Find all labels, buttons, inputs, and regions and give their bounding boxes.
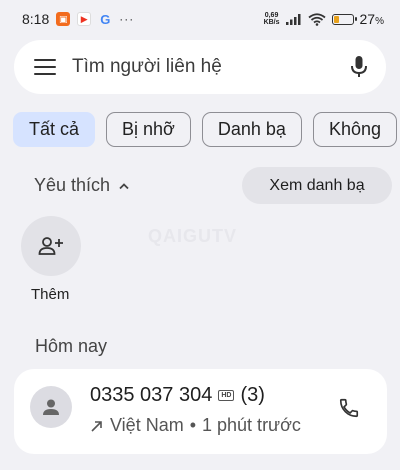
network-speed-unit: KB/s	[263, 19, 280, 26]
wifi-icon	[307, 12, 326, 26]
battery-percent-value: 27	[359, 11, 376, 27]
call-entry-title: 0335 037 304 HD (3)	[90, 384, 265, 407]
chip-contacts[interactable]: Danh bạ	[201, 112, 302, 147]
chip-missed[interactable]: Bị nhỡ	[106, 112, 191, 147]
menu-icon[interactable]	[34, 59, 56, 75]
network-speed: 0,69 KB/s	[264, 12, 280, 26]
meta-separator: •	[189, 415, 197, 435]
phone-number: 0335 037 304	[90, 384, 213, 406]
view-contacts-button[interactable]: Xem danh bạ	[242, 167, 392, 204]
filter-chips: Tất cả Bị nhỡ Danh bạ Không	[13, 112, 397, 147]
status-time: 8:18	[22, 11, 50, 27]
call-location: Việt Nam	[110, 415, 184, 435]
favorites-header[interactable]: Yêu thích	[34, 175, 130, 196]
battery-percent: 27%	[359, 11, 384, 27]
phone-icon	[339, 398, 359, 418]
call-time: 1 phút trước	[202, 415, 301, 435]
person-icon	[43, 399, 59, 415]
youtube-notification-icon: ▶	[77, 12, 92, 26]
call-button[interactable]	[336, 395, 362, 421]
today-section-title: Hôm nay	[35, 336, 108, 356]
search-bar[interactable]	[14, 40, 386, 94]
status-bar-left: 8:18 ▣ ▶ G ···	[22, 11, 134, 27]
call-count: (3)	[240, 384, 265, 406]
chevron-up-icon[interactable]	[118, 182, 130, 190]
avatar[interactable]	[30, 386, 72, 428]
add-favorite-label: Thêm	[31, 286, 70, 303]
network-speed-value: 0,69	[264, 12, 279, 19]
call-log-item[interactable]: 0335 037 304 HD (3) Việt Nam • 1 phút tr…	[14, 369, 387, 454]
status-bar-right: 0,69 KB/s 27%	[264, 11, 384, 27]
outgoing-call-arrow-icon	[91, 420, 102, 432]
hd-call-icon: HD	[218, 390, 235, 401]
battery-icon	[331, 13, 357, 25]
status-bar: 8:18 ▣ ▶ G ··· 0,69 KB/s 27%	[0, 0, 400, 38]
microphone-icon[interactable]	[350, 55, 368, 79]
search-input[interactable]	[72, 56, 350, 78]
add-person-icon	[38, 237, 63, 255]
chip-unknown[interactable]: Không	[312, 112, 397, 147]
battery-fill	[333, 15, 339, 23]
call-meta: Việt Nam • 1 phút trước	[90, 415, 301, 436]
add-favorite-button[interactable]	[21, 216, 81, 276]
watermark: QAIGUTV	[148, 226, 238, 246]
more-notifications-icon: ···	[119, 12, 135, 26]
google-notification-icon: G	[100, 11, 111, 27]
shopee-notification-icon: ▣	[56, 12, 71, 26]
chip-all[interactable]: Tất cả	[13, 112, 96, 147]
signal-icon	[285, 14, 301, 25]
favorites-title: Yêu thích	[34, 175, 111, 195]
